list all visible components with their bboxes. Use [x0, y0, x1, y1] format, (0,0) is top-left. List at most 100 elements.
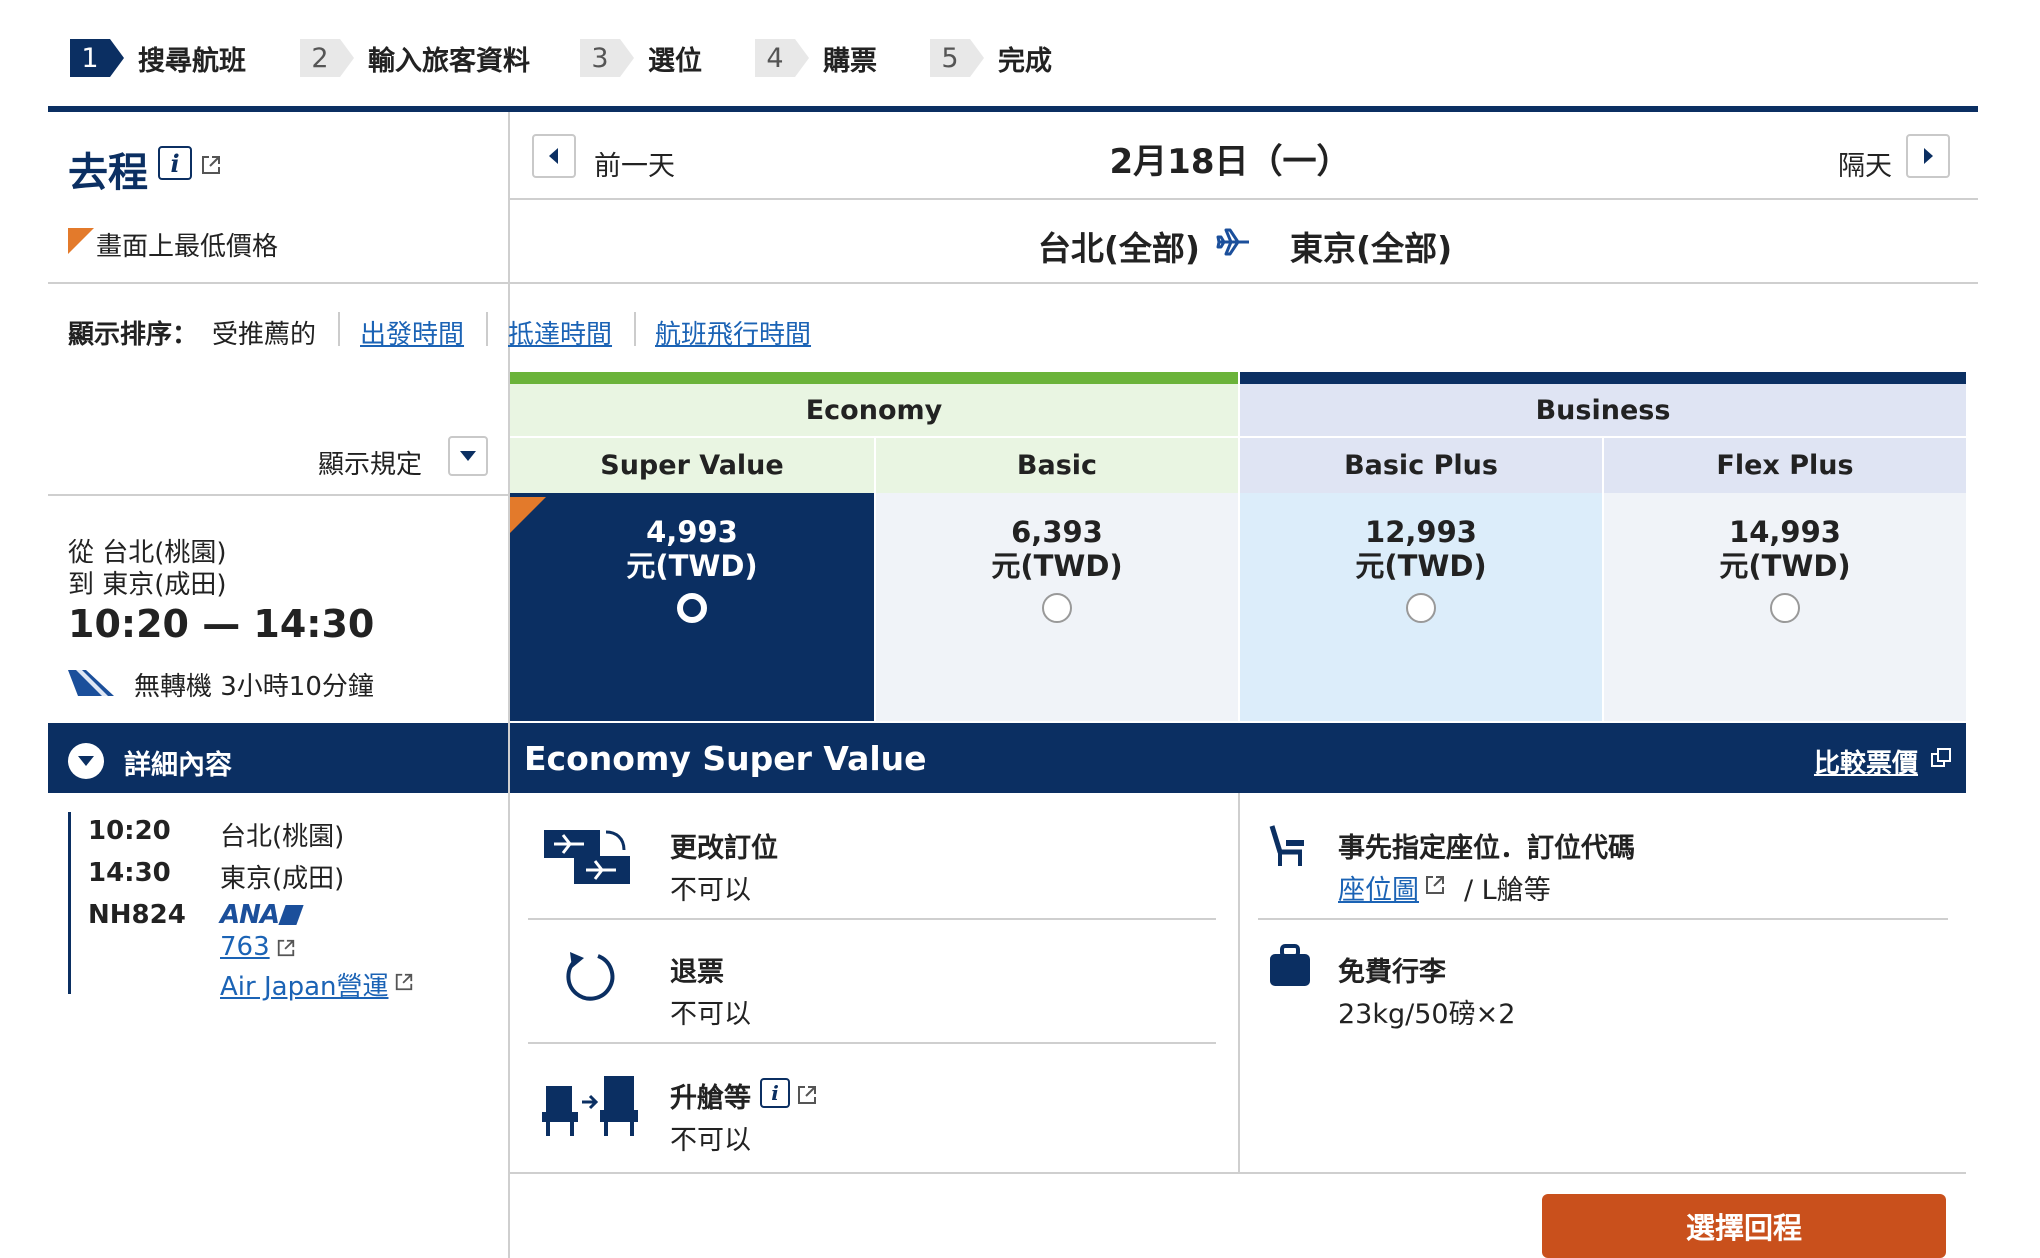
chevron-down-icon — [460, 451, 476, 461]
feature-column-divider — [1238, 793, 1240, 1173]
fare-radio[interactable] — [1042, 593, 1072, 623]
fare-currency: 元(TWD) — [1719, 549, 1851, 583]
date-divider — [510, 198, 1978, 200]
fare-option-flex-plus[interactable]: 14,993 元(TWD) — [1604, 493, 1966, 721]
upgrade-icon — [542, 1076, 638, 1136]
flight-to: 到 東京(成田) — [68, 570, 227, 600]
sort-option-departure[interactable]: 出發時間 — [360, 314, 464, 351]
aircraft-link[interactable]: 763 — [220, 932, 270, 962]
change-booking-value: 不可以 — [670, 875, 751, 906]
display-rules-label[interactable]: 顯示規定 — [318, 444, 422, 481]
lowest-price-flag-icon — [510, 497, 546, 533]
refund-title: 退票 — [670, 957, 724, 988]
segment-line — [68, 812, 71, 994]
step-number: 5 — [930, 39, 984, 77]
details-toggle-label: 詳細內容 — [124, 750, 232, 781]
step-number: 2 — [300, 39, 354, 77]
baggage-value: 23kg/50磅×2 — [1338, 999, 1516, 1030]
current-date: 2月18日（一） — [1109, 142, 1351, 182]
step-number: 4 — [755, 39, 809, 77]
airplane-icon — [1216, 228, 1249, 256]
sort-option-arrival[interactable]: 抵達時間 — [508, 314, 612, 351]
info-icon[interactable]: i — [760, 1078, 790, 1108]
change-booking-title: 更改訂位 — [670, 833, 778, 864]
fare-currency: 元(TWD) — [991, 549, 1123, 583]
fare-currency: 元(TWD) — [1355, 549, 1487, 583]
details-toggle[interactable]: 詳細內容 — [48, 723, 508, 793]
flight-time: 10:20 — 14:30 — [68, 602, 375, 646]
refund-icon — [566, 952, 615, 1001]
seat-map-link[interactable]: 座位圖 — [1338, 868, 1419, 907]
prev-day-button[interactable] — [532, 134, 576, 178]
display-rules-dropdown[interactable] — [448, 436, 488, 476]
outbound-title: 去程 — [68, 150, 148, 196]
arrow-left-icon — [549, 148, 558, 164]
change-booking-icon — [544, 830, 630, 884]
new-window-icon[interactable] — [1930, 747, 1952, 769]
step-label: 輸入旅客資料 — [368, 45, 530, 77]
step-number: 1 — [70, 39, 124, 77]
external-link-icon[interactable] — [1424, 874, 1446, 896]
baggage-title: 免費行李 — [1338, 957, 1446, 988]
fare-radio[interactable] — [1770, 593, 1800, 623]
next-day-button[interactable] — [1906, 134, 1950, 178]
step-4: 4 購票 — [755, 38, 877, 78]
economy-top-bar — [510, 372, 1238, 384]
feature-divider — [528, 918, 1216, 920]
fare-header-basic: Basic — [876, 438, 1238, 493]
route-from: 台北(全部) — [1037, 229, 1200, 268]
step-2: 2 輸入旅客資料 — [300, 38, 530, 78]
next-day-label[interactable]: 隔天 — [1838, 144, 1892, 183]
fare-price: 12,993 — [1365, 515, 1477, 549]
features-bottom-divider — [510, 1172, 1966, 1174]
external-link-icon[interactable] — [796, 1084, 818, 1106]
compare-fares-link[interactable]: 比較票價 — [1814, 743, 1918, 780]
route-to: 東京(全部) — [1290, 229, 1453, 268]
flight-search-page: 1 搜尋航班 2 輸入旅客資料 3 選位 4 購票 5 完成 去程 i 畫面上最… — [0, 0, 2040, 1258]
segment-dep-airport: 台北(桃園) — [220, 822, 345, 852]
fare-option-basic-plus[interactable]: 12,993 元(TWD) — [1240, 493, 1602, 721]
fare-price: 6,393 — [1011, 515, 1103, 549]
seat-class: / L艙等 — [1464, 875, 1551, 906]
cabin-economy: Economy — [510, 384, 1238, 436]
fare-radio-selected[interactable] — [677, 593, 707, 623]
info-icon[interactable]: i — [158, 146, 192, 180]
operator-link[interactable]: Air Japan營運 — [220, 966, 388, 1003]
fare-price: 14,993 — [1729, 515, 1841, 549]
sort-option-duration[interactable]: 航班飛行時間 — [655, 314, 811, 351]
fare-header-super-value: Super Value — [510, 438, 874, 493]
lowest-price-note: 畫面上最低價格 — [96, 232, 279, 262]
fare-detail-title: Economy Super Value — [524, 739, 927, 778]
prev-day-label[interactable]: 前一天 — [594, 144, 675, 183]
external-link-icon[interactable] — [276, 938, 296, 958]
sort-separator — [486, 312, 488, 346]
segment-dep-time: 10:20 — [88, 816, 171, 846]
upgrade-value: 不可以 — [670, 1125, 751, 1156]
fare-detail-header: Economy Super Value 比較票價 — [510, 723, 1966, 793]
segment-arr-airport: 東京(成田) — [220, 864, 345, 894]
select-return-button[interactable]: 選擇回程 — [1542, 1194, 1946, 1258]
fare-option-basic[interactable]: 6,393 元(TWD) — [876, 493, 1238, 721]
step-3: 3 選位 — [580, 38, 702, 78]
step-number: 3 — [580, 39, 634, 77]
step-label: 選位 — [648, 45, 702, 77]
ana-logo: ANA — [220, 900, 304, 930]
step-label: 搜尋航班 — [138, 45, 246, 77]
segment-flight-number: NH824 — [88, 900, 186, 930]
upgrade-title: 升艙等 — [670, 1083, 751, 1114]
seat-title: 事先指定座位．訂位代碼 — [1338, 833, 1635, 864]
seat-icon — [1269, 825, 1304, 866]
arrow-right-icon — [1924, 148, 1933, 164]
baggage-icon — [1270, 944, 1310, 986]
fare-option-super-value[interactable]: 4,993 元(TWD) — [510, 493, 874, 721]
sort-label: 顯示排序： — [68, 320, 199, 350]
external-link-icon[interactable] — [394, 972, 414, 992]
fare-header-basic-plus: Basic Plus — [1240, 438, 1602, 493]
cabin-business: Business — [1240, 384, 1966, 436]
ana-tail-icon — [68, 670, 114, 696]
sort-separator — [634, 312, 636, 346]
external-link-icon[interactable] — [200, 154, 222, 176]
fare-radio[interactable] — [1406, 593, 1436, 623]
fare-header-flex-plus: Flex Plus — [1604, 438, 1966, 493]
refund-value: 不可以 — [670, 999, 751, 1030]
